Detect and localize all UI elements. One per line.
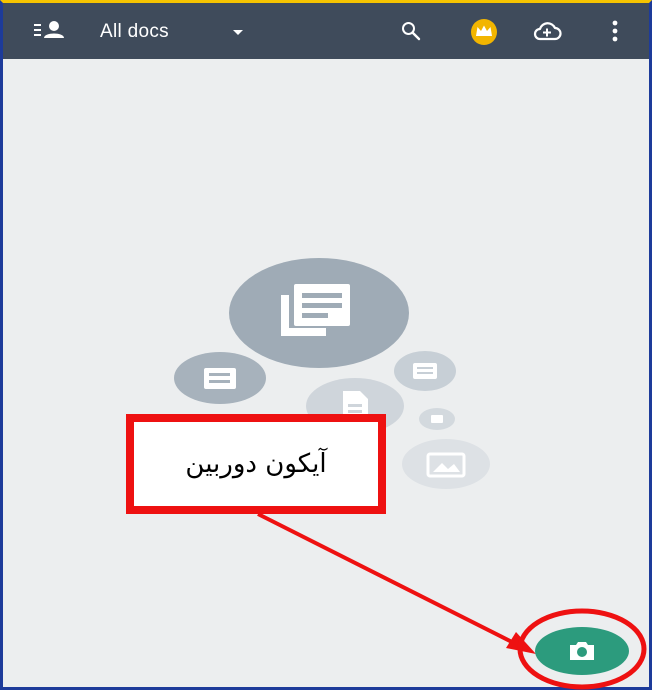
fab-highlight-ring: [517, 608, 647, 690]
